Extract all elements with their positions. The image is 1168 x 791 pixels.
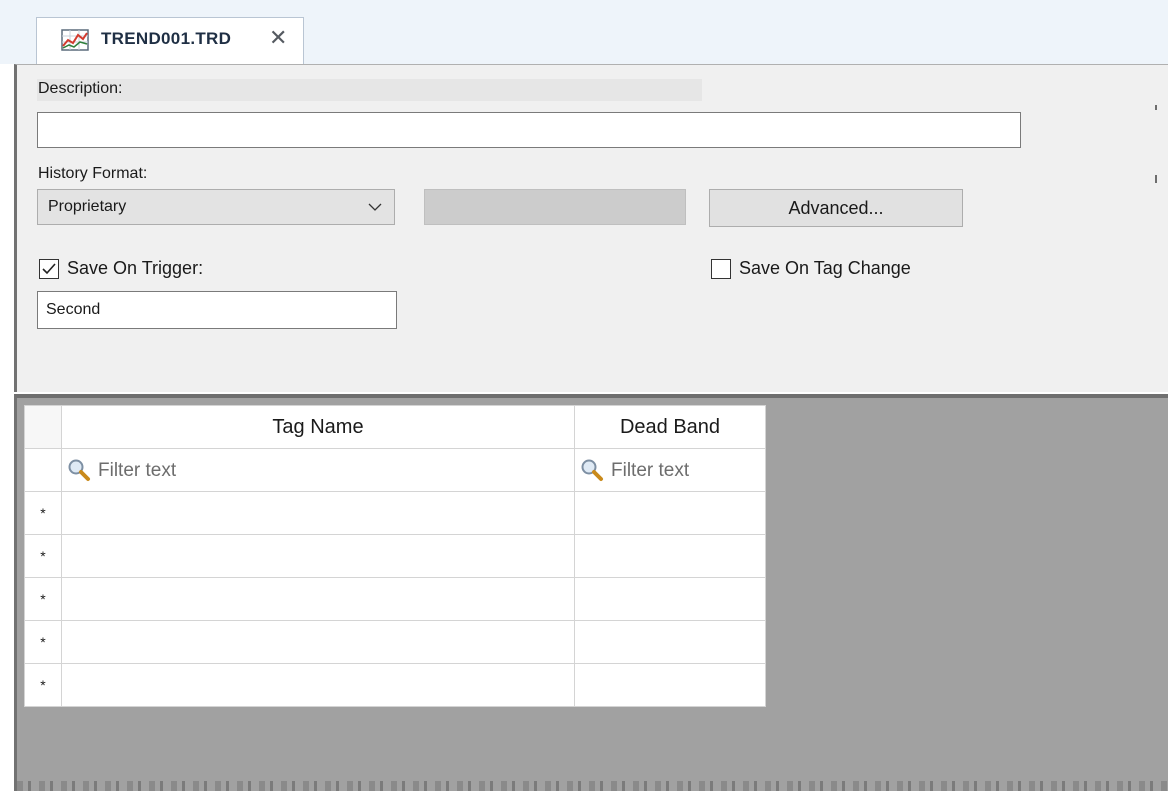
tag-grid-area: Tag Name Dead Band Filter text Filter te… [14,394,1168,791]
chevron-down-icon [368,200,382,214]
search-icon [580,458,604,482]
tag-name-cell[interactable] [61,534,575,578]
tag-name-filter[interactable]: Filter text [61,448,575,492]
advanced-button[interactable]: Advanced... [709,189,963,227]
dead-band-cell[interactable] [574,577,766,621]
column-header-tag-name[interactable]: Tag Name [61,405,575,449]
history-format-detail-box [424,189,686,225]
cropped-content-edge [17,781,1168,791]
tag-grid: Tag Name Dead Band Filter text Filter te… [24,405,766,707]
new-row-marker: * [24,663,62,707]
grid-filter-row: Filter text Filter text [24,448,766,492]
close-icon[interactable]: ✕ [269,26,287,50]
description-label: Description: [38,80,123,97]
scroll-edge-mark [1155,175,1157,183]
dead-band-cell[interactable] [574,663,766,707]
tag-name-cell[interactable] [61,663,575,707]
trend-editor-window: TREND001.TRD ✕ Description: History Form… [0,0,1168,791]
history-format-dropdown[interactable]: Proprietary [37,189,395,225]
table-row[interactable]: * [24,534,766,578]
new-row-marker: * [24,534,62,578]
table-row[interactable]: * [24,663,766,707]
tag-name-cell[interactable] [61,577,575,621]
table-row[interactable]: * [24,577,766,621]
description-input[interactable] [37,112,1021,148]
description-label-strip [37,79,702,101]
tab-strip: TREND001.TRD ✕ [0,0,1168,64]
dead-band-cell[interactable] [574,620,766,664]
grid-corner-cell [24,405,62,449]
new-row-marker: * [24,491,62,535]
tag-name-cell[interactable] [61,491,575,535]
tag-name-filter-placeholder: Filter text [98,460,177,481]
search-icon [67,458,91,482]
table-row[interactable]: * [24,620,766,664]
column-header-dead-band[interactable]: Dead Band [574,405,766,449]
new-row-marker: * [24,620,62,664]
tag-name-cell[interactable] [61,620,575,664]
checkmark-icon [42,263,56,275]
save-on-trigger-label: Save On Trigger: [67,258,204,278]
history-format-value: Proprietary [48,198,127,215]
dead-band-filter[interactable]: Filter text [574,448,766,492]
tab-trend001[interactable]: TREND001.TRD ✕ [36,17,304,64]
tab-title: TREND001.TRD [101,29,232,48]
dead-band-filter-placeholder: Filter text [611,460,690,481]
filter-row-header [24,448,62,492]
save-on-trigger-checkbox[interactable] [39,259,59,279]
trend-settings-panel: Description: History Format: Proprietary… [14,64,1168,392]
trend-chart-icon [61,29,89,51]
new-row-marker: * [24,577,62,621]
grid-header-row: Tag Name Dead Band [24,405,766,449]
dead-band-cell[interactable] [574,534,766,578]
save-on-tag-change-checkbox[interactable] [711,259,731,279]
history-format-label: History Format: [38,165,148,182]
save-on-tag-change-label: Save On Tag Change [739,258,911,278]
trigger-input[interactable] [37,291,397,329]
scroll-edge-mark [1155,105,1157,110]
table-row[interactable]: * [24,491,766,535]
dead-band-cell[interactable] [574,491,766,535]
